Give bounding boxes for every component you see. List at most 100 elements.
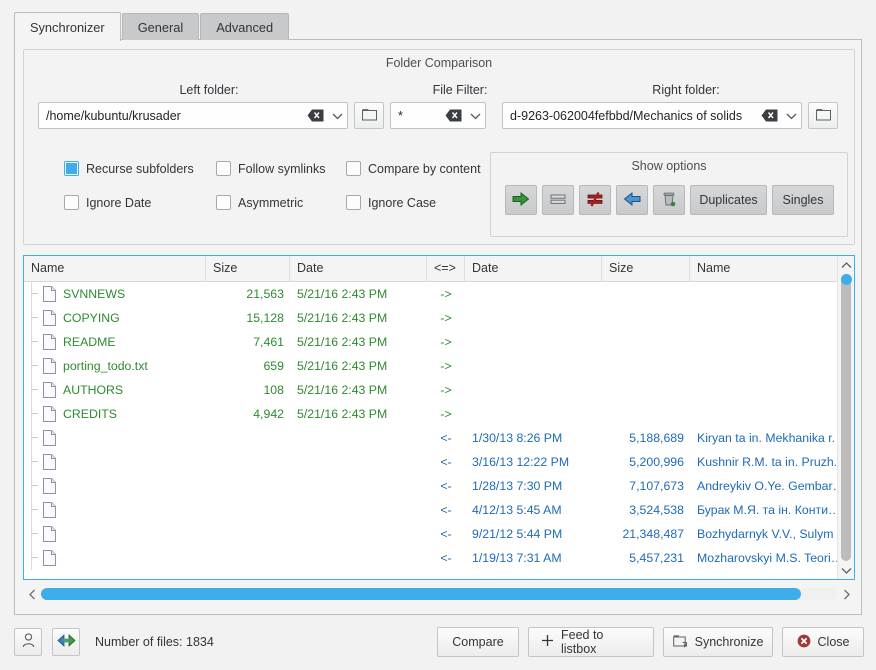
checkbox-follow-symlinks[interactable]: Follow symlinks [216,161,326,176]
cell-left-size: 108 [206,378,290,402]
checkbox-box[interactable] [346,195,361,210]
clear-text-icon[interactable] [761,109,778,122]
checkbox-ignore-case[interactable]: Ignore Case [346,195,436,210]
tree-branch [30,474,43,498]
feed-to-listbox-label: Feed to listbox [561,628,641,656]
show-option-delete-button[interactable] [653,185,685,215]
tab-advanced[interactable]: Advanced [200,13,289,40]
arrow-right-green-icon [512,191,530,210]
feed-to-listbox-button[interactable]: Feed to listbox [528,627,654,657]
clear-text-icon[interactable] [445,109,462,122]
table-row[interactable]: <-4/12/13 5:45 AM3,524,538Бурак М.Я. та … [24,498,854,522]
table-body: SVNNEWS21,5635/21/16 2:43 PM->COPYING15,… [24,282,854,570]
table-row[interactable]: SVNNEWS21,5635/21/16 2:43 PM-> [24,282,854,306]
table-row[interactable]: <-1/28/13 7:30 PM7,107,673Andreykiv O.Ye… [24,474,854,498]
right-folder-browse-button[interactable] [808,102,838,129]
scroll-up-icon[interactable] [838,256,855,274]
profile-button[interactable] [14,628,42,656]
cell-right-size: 21,348,487 [602,522,690,546]
cell-left-name [24,426,206,450]
table-row[interactable]: CREDITS4,9425/21/16 2:43 PM-> [24,402,854,426]
table-row[interactable]: AUTHORS1085/21/16 2:43 PM-> [24,378,854,402]
checkbox-ignore-date[interactable]: Ignore Date [64,195,151,210]
table-row[interactable]: <-9/21/12 5:44 PM21,348,487Bozhydarnyk V… [24,522,854,546]
swap-sides-button[interactable] [52,628,80,656]
column-header-left-name[interactable]: Name [24,256,206,281]
table-row[interactable]: <-3/16/13 12:22 PM5,200,996Kushnir R.M. … [24,450,854,474]
checkbox-label: Follow symlinks [238,162,326,176]
checkbox-label: Ignore Case [368,196,436,210]
folder-comparison-title: Folder Comparison [24,56,854,70]
tab-general[interactable]: General [122,13,200,40]
column-header-right-size[interactable]: Size [602,256,690,281]
column-header-task[interactable]: <=> [427,256,465,281]
cell-right-date: 9/21/12 5:44 PM [465,522,602,546]
cell-left-name: AUTHORS [24,378,206,402]
clear-text-icon[interactable] [307,109,324,122]
show-option-equals-button[interactable] [542,185,574,215]
table-row[interactable]: porting_todo.txt6595/21/16 2:43 PM-> [24,354,854,378]
cell-left-name: COPYING [24,306,206,330]
left-name-text: README [63,330,116,354]
show-option-not-equals-button[interactable] [579,185,611,215]
table-row[interactable]: COPYING15,1285/21/16 2:43 PM-> [24,306,854,330]
chevron-down-icon[interactable] [465,110,485,122]
checkbox-box[interactable] [216,161,231,176]
scroll-track[interactable] [841,274,851,561]
scroll-left-icon[interactable] [23,583,41,605]
cell-left-size: 7,461 [206,330,290,354]
show-option-singles-button[interactable]: Singles [772,185,834,215]
checkbox-label: Asymmetric [238,196,303,210]
column-header-right-date[interactable]: Date [465,256,602,281]
scroll-down-icon[interactable] [838,561,855,579]
table-horizontal-scrollbar[interactable] [23,583,855,605]
table-row[interactable]: README7,4615/21/16 2:43 PM-> [24,330,854,354]
synchronize-label: Synchronize [695,635,764,649]
tree-branch [30,402,43,426]
cell-left-name: CREDITS [24,402,206,426]
compare-button[interactable]: Compare [437,627,519,657]
checkbox-asymmetric[interactable]: Asymmetric [216,195,303,210]
cell-right-name: Bozhydarnyk V.V., Sulym . [690,522,839,546]
left-folder-value: /home/kubuntu/krusader [39,109,307,123]
close-button[interactable]: Close [782,627,864,657]
swap-sides-icon [57,634,76,650]
show-options-title: Show options [491,159,847,173]
left-folder-browse-button[interactable] [354,102,384,129]
table-row[interactable]: <-1/30/13 8:26 PM5,188,689Kiryan ta in. … [24,426,854,450]
checkbox-box[interactable] [216,195,231,210]
checkbox-compare-by-content[interactable]: Compare by content [346,161,481,176]
left-folder-combo[interactable]: /home/kubuntu/krusader [38,102,348,129]
column-header-left-size[interactable]: Size [206,256,290,281]
checkbox-box[interactable] [64,161,79,176]
show-option-copy-to-left-button[interactable] [616,185,648,215]
checkbox-box[interactable] [346,161,361,176]
chevron-down-icon[interactable] [327,110,347,122]
chevron-down-icon[interactable] [781,110,801,122]
checkbox-label: Recurse subfolders [86,162,194,176]
tree-branch [30,522,43,546]
show-option-duplicates-button[interactable]: Duplicates [690,185,767,215]
cell-right-name: Kushnir R.M. ta in. Pruzh.. [690,450,839,474]
show-option-copy-to-right-button[interactable] [505,185,537,215]
cell-right-date: 1/28/13 7:30 PM [465,474,602,498]
scroll-thumb[interactable] [841,274,852,285]
left-name-text: porting_todo.txt [63,354,148,378]
table-vertical-scrollbar[interactable] [837,256,854,579]
tab-synchronizer[interactable]: Synchronizer [14,12,121,41]
checkbox-box[interactable] [64,195,79,210]
cell-left-name [24,450,206,474]
scroll-thumb[interactable] [41,588,801,600]
column-header-right-name[interactable]: Name [690,256,839,281]
scroll-right-icon[interactable] [837,583,855,605]
file-filter-combo[interactable]: * [390,102,486,129]
cell-right-date: 3/16/13 12:22 PM [465,450,602,474]
checkbox-recurse-subfolders[interactable]: Recurse subfolders [64,161,194,176]
synchronize-button[interactable]: Synchronize [663,627,773,657]
table-row[interactable]: <-1/19/13 7:31 AM5,457,231Mozharovskyi M… [24,546,854,570]
column-header-left-date[interactable]: Date [290,256,427,281]
right-folder-combo[interactable]: d-9263-062004fefbbd/Mechanics of solids [502,102,802,129]
tree-branch [30,354,43,378]
folder-icon [816,108,831,124]
left-name-text: AUTHORS [63,378,123,402]
